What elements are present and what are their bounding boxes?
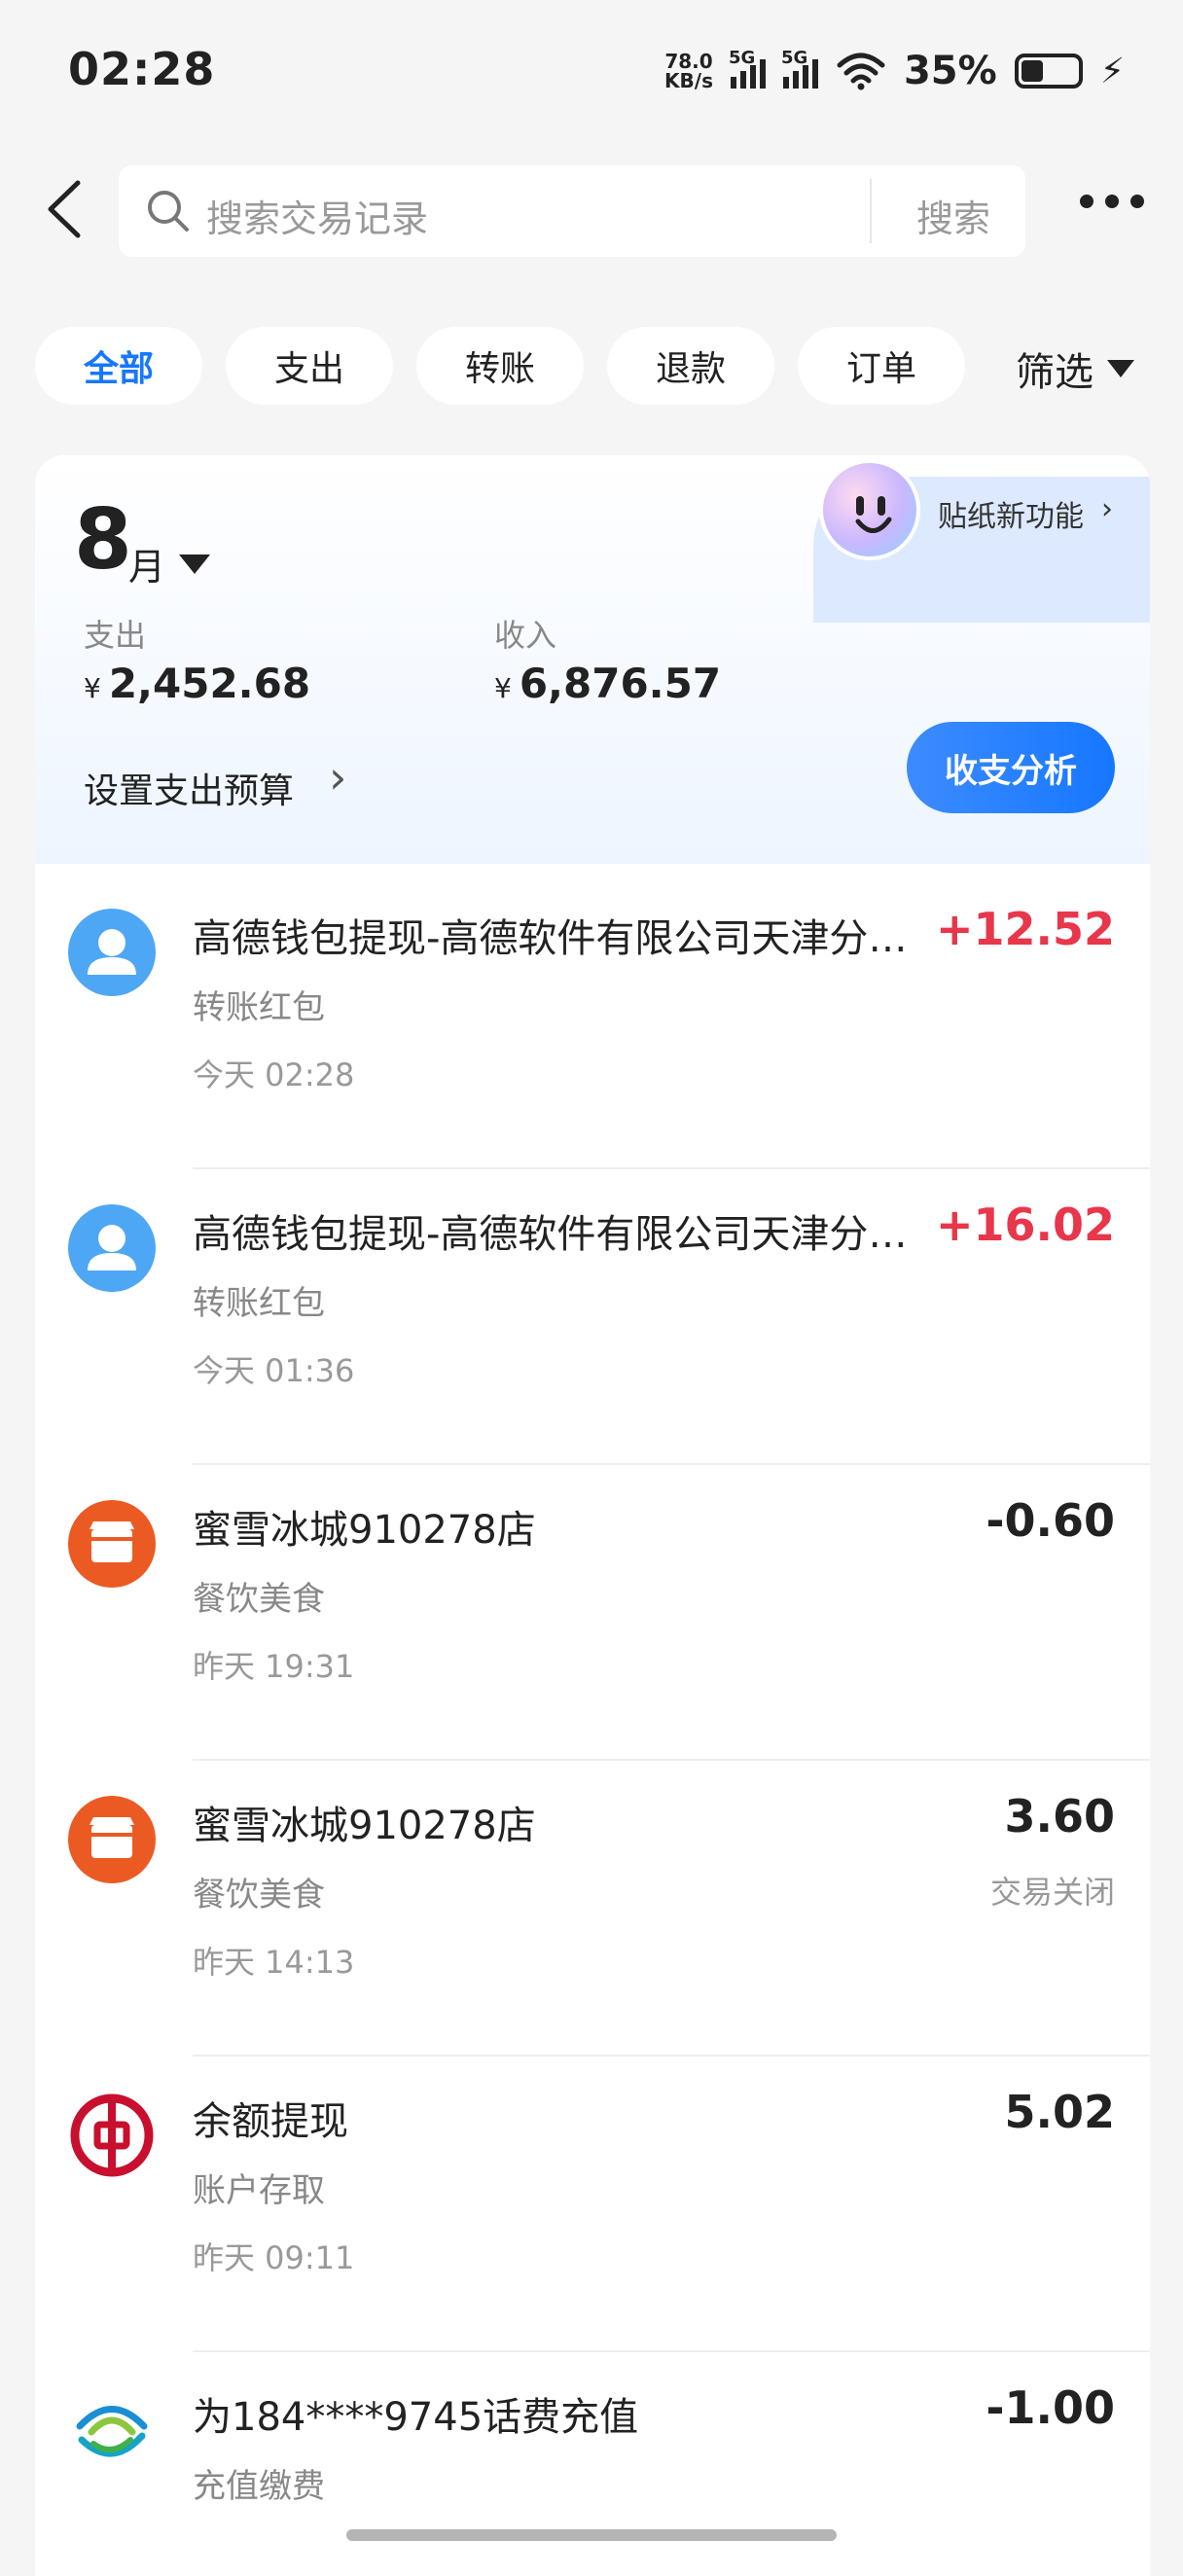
month-dropdown-icon[interactable] [179, 555, 210, 574]
month-unit[interactable]: 月 [128, 537, 165, 590]
bank-of-china-icon [68, 2092, 156, 2179]
search-icon [148, 191, 189, 232]
network-speed: 78.0 KB/s [664, 52, 713, 90]
status-bar: 02:28 78.0 KB/s 5G 5G 35% ⚡ [0, 0, 1183, 146]
tab-refund[interactable]: 退款 [607, 327, 774, 405]
transaction-amount: +16.02 [935, 1199, 1115, 1251]
transaction-title: 高德钱包提现-高德软件有限公司天津分公司 [193, 916, 932, 961]
chevron-right-icon[interactable]: › [329, 751, 346, 804]
income-label: 收入 [494, 617, 557, 654]
transaction-item[interactable]: 蜜雪冰城910278店 餐饮美食 昨天 14:13 3.60 交易关闭 [35, 1761, 1150, 2057]
filter-tabs: 全部 支出 转账 退款 订单 [35, 327, 965, 405]
tab-transfer[interactable]: 转账 [416, 327, 584, 405]
tab-expense[interactable]: 支出 [226, 327, 393, 405]
cellular-signal-icon: 5G [781, 48, 818, 89]
search-divider [870, 179, 872, 243]
filter-button[interactable]: 筛选 [1016, 340, 1134, 397]
filter-label: 筛选 [1016, 350, 1093, 395]
transaction-amount: 5.02 [1004, 2086, 1116, 2138]
transaction-status: 交易关闭 [989, 1874, 1115, 1911]
income-value: 6,876.57 [519, 660, 722, 707]
transaction-title: 余额提现 [193, 2099, 348, 2144]
transaction-date: 今天 02:28 [193, 1056, 355, 1093]
charging-icon: ⚡ [1099, 51, 1125, 91]
cellular-signal-icon: 5G [729, 48, 766, 89]
dropdown-arrow-icon [1107, 360, 1134, 377]
expense-label: 支出 [84, 617, 147, 654]
transaction-date: 昨天 09:11 [193, 2239, 355, 2276]
clock: 02:28 [68, 43, 216, 95]
search-bar[interactable]: 搜索交易记录 搜索 [119, 165, 1025, 257]
network-speed-value: 78.0 [664, 50, 713, 73]
transaction-date: 昨天 14:13 [193, 1944, 355, 1981]
transaction-title: 蜜雪冰城910278店 [193, 1508, 536, 1553]
expense-currency: ¥ [84, 672, 101, 704]
signal-type-label: 5G [728, 48, 756, 68]
wifi-icon [837, 53, 885, 90]
transaction-category: 账户存取 [193, 2171, 325, 2210]
transaction-date: 今天 01:36 [193, 1352, 355, 1389]
set-budget-link[interactable]: 设置支出预算 [84, 763, 294, 813]
person-icon [68, 909, 156, 996]
tab-orders[interactable]: 订单 [798, 327, 965, 405]
network-speed-unit: KB/s [664, 69, 713, 92]
search-button[interactable]: 搜索 [916, 189, 990, 242]
china-mobile-icon [68, 2387, 156, 2475]
transaction-title: 为184****9745话费充值 [193, 2395, 639, 2440]
transaction-category: 餐饮美食 [193, 1876, 325, 1914]
person-icon [68, 1204, 156, 1292]
home-indicator[interactable] [346, 2529, 837, 2541]
transaction-category: 转账红包 [193, 1284, 325, 1323]
transaction-date: 昨天 19:31 [193, 1648, 355, 1685]
sticker-mascot-icon[interactable] [819, 459, 920, 560]
analysis-button[interactable]: 收支分析 [907, 722, 1115, 813]
transaction-title: 蜜雪冰城910278店 [193, 1804, 536, 1848]
store-icon [68, 1796, 156, 1883]
status-icons: 78.0 KB/s 5G 5G 35% ⚡ [664, 48, 1125, 93]
income-currency: ¥ [494, 672, 512, 704]
battery-icon [1014, 54, 1083, 89]
month-selector[interactable]: 8 [74, 498, 132, 582]
store-icon [68, 1500, 156, 1588]
transaction-item[interactable]: 蜜雪冰城910278店 餐饮美食 昨天 19:31 -0.60 [35, 1465, 1150, 1761]
transaction-item[interactable]: 余额提现 账户存取 昨天 09:11 5.02 [35, 2057, 1150, 2352]
transaction-amount: +12.52 [935, 903, 1115, 955]
transaction-item[interactable]: 高德钱包提现-高德软件有限公司天津分公司 转账红包 今天 02:28 +12.5… [35, 874, 1150, 1169]
transaction-amount: -0.60 [986, 1494, 1115, 1547]
tab-all[interactable]: 全部 [35, 327, 202, 405]
transaction-title: 高德钱包提现-高德软件有限公司天津分公司 [193, 1212, 932, 1257]
transaction-item[interactable]: 高德钱包提现-高德软件有限公司天津分公司 转账红包 今天 01:36 +16.0… [35, 1169, 1150, 1465]
transactions-card: 贴纸新功能 › 8 月 支出 ¥2,452.68 收入 ¥6,876.57 设置… [35, 455, 1150, 2576]
transaction-category: 转账红包 [193, 988, 325, 1027]
search-input[interactable]: 搜索交易记录 [206, 189, 428, 242]
transaction-category: 充值缴费 [193, 2467, 325, 2506]
transaction-amount: -1.00 [986, 2381, 1115, 2434]
expense-value: 2,452.68 [108, 660, 311, 707]
transaction-category: 餐饮美食 [193, 1580, 325, 1619]
battery-percentage: 35% [903, 49, 997, 93]
chevron-right-icon: › [1101, 492, 1113, 526]
more-options-icon[interactable] [1080, 195, 1144, 208]
sticker-feature-label[interactable]: 贴纸新功能 [938, 492, 1084, 535]
transaction-item[interactable]: 为184****9745话费充值 充值缴费 -1.00 [35, 2352, 1150, 2576]
transaction-amount: 3.60 [1004, 1790, 1116, 1843]
signal-type-label: 5G [780, 48, 808, 68]
income-total: ¥6,876.57 [494, 660, 721, 707]
back-icon[interactable] [39, 175, 97, 243]
expense-total: ¥2,452.68 [84, 660, 310, 707]
